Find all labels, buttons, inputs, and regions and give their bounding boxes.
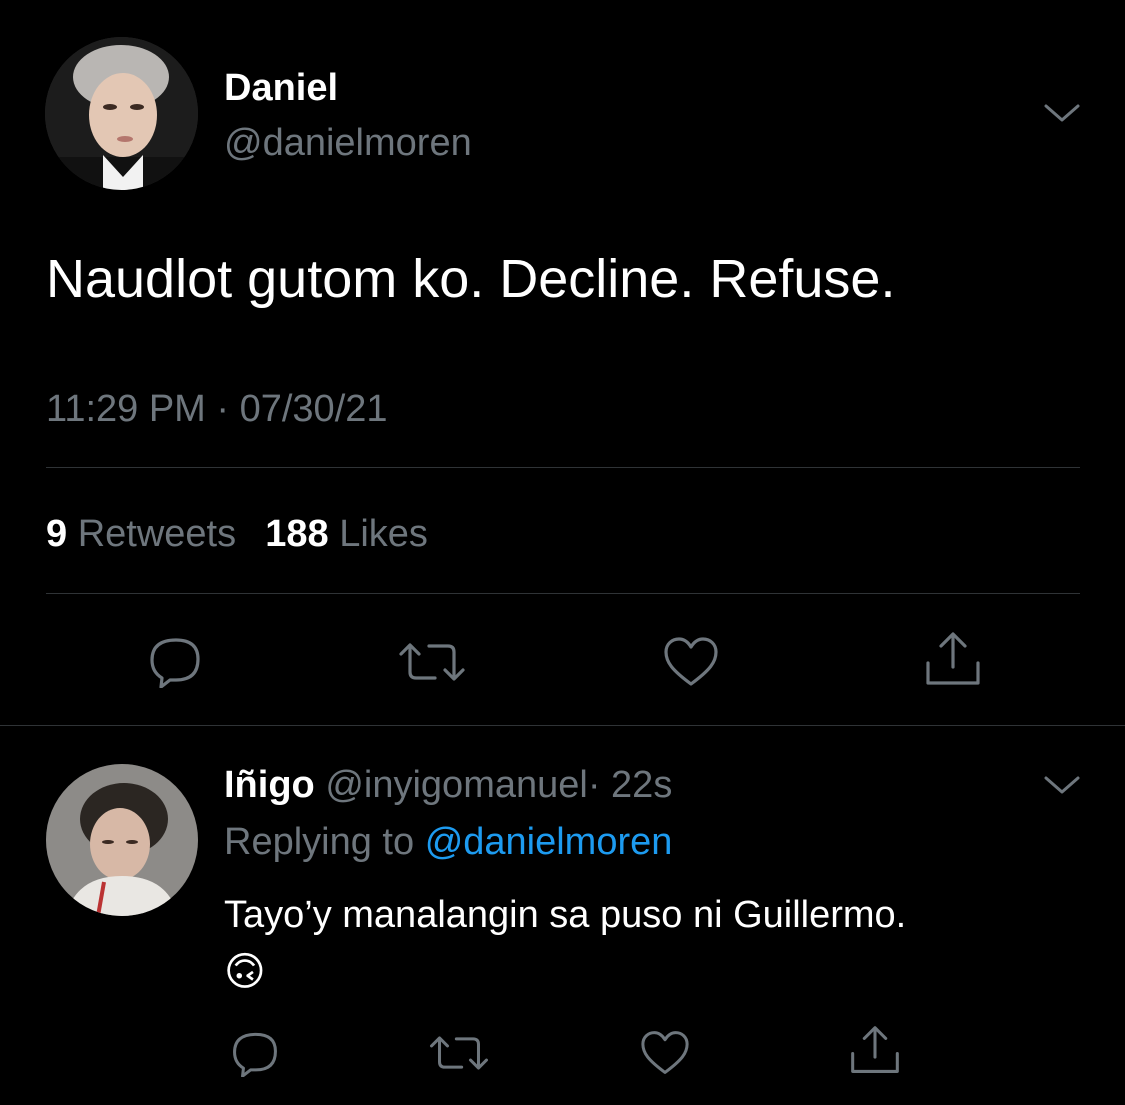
replying-to: Replying to @danielmoren <box>224 820 672 864</box>
avatar[interactable] <box>45 37 198 190</box>
divider <box>0 725 1125 726</box>
reply-icon[interactable] <box>146 634 204 688</box>
divider <box>46 467 1080 468</box>
chevron-down-icon[interactable] <box>1042 100 1082 126</box>
share-icon[interactable] <box>849 1025 901 1075</box>
reply-header: Iñigo @inyigomanuel· 22s <box>224 763 672 807</box>
author-name[interactable]: Daniel <box>224 66 338 110</box>
reply-text: Tayo’y manalangin sa puso ni Guillermo. <box>224 894 907 936</box>
reply-icon[interactable] <box>229 1029 281 1077</box>
like-label[interactable]: Likes <box>339 513 428 555</box>
reply-author-name[interactable]: Iñigo <box>224 764 315 806</box>
author-handle[interactable]: @danielmoren <box>224 121 472 165</box>
replying-handle-link[interactable]: @danielmoren <box>425 821 673 863</box>
avatar[interactable] <box>46 764 198 916</box>
share-icon[interactable] <box>924 631 982 687</box>
tweet-text: Naudlot gutom ko. Decline. Refuse. <box>46 249 896 309</box>
chevron-down-icon[interactable] <box>1042 772 1082 798</box>
reply-author-handle[interactable]: @inyigomanuel <box>325 764 588 806</box>
like-icon[interactable] <box>662 636 720 688</box>
replying-label: Replying to <box>224 821 415 863</box>
tweet-timestamp: 11:29 PM · 07/30/21 <box>46 388 388 430</box>
retweet-label[interactable]: Retweets <box>78 513 236 555</box>
reply-time-separator: · <box>587 764 601 806</box>
retweet-icon[interactable] <box>428 1033 490 1073</box>
retweet-count[interactable]: 9 <box>46 513 67 555</box>
like-count[interactable]: 188 <box>265 513 328 555</box>
retweet-icon[interactable] <box>397 640 467 684</box>
engagement-stats: 9 Retweets 188 Likes <box>46 512 428 556</box>
divider <box>46 593 1080 594</box>
reply-time[interactable]: 22s <box>611 764 672 806</box>
upside-down-face-emoji: 🙃 <box>224 949 266 995</box>
like-icon[interactable] <box>639 1030 691 1076</box>
